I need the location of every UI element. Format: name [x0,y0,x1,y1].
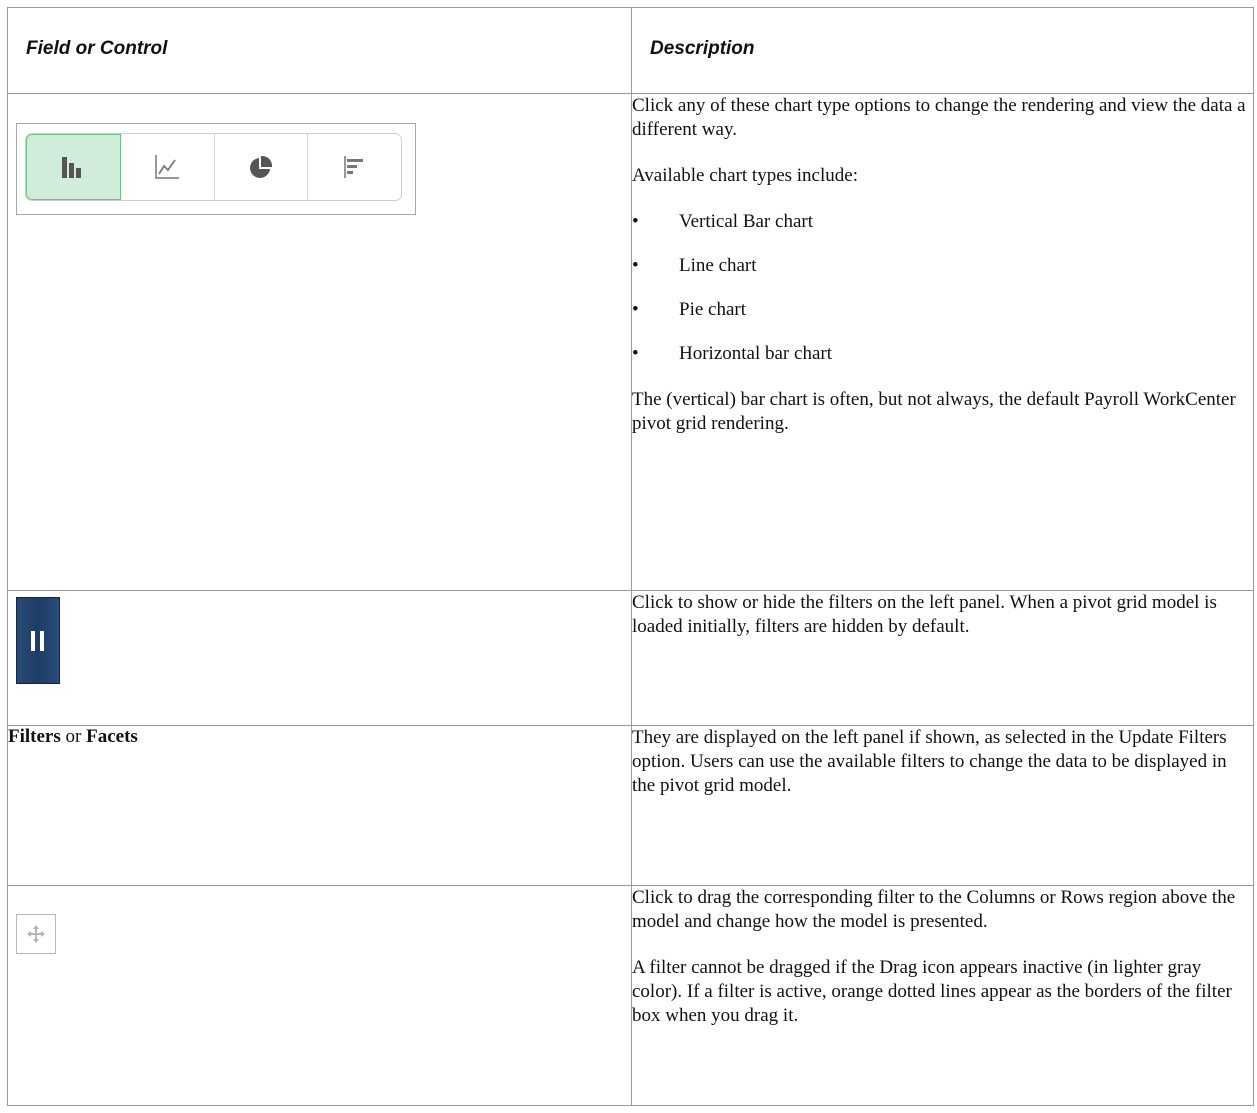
bullet: • [632,211,639,232]
table-row-filter-toggle: Click to show or hide the filters on the… [7,590,1254,726]
cell-chart-description: Click any of these chart type options to… [631,93,1254,591]
list-item: • Pie chart [632,299,747,320]
table-row-drag: Click to drag the corresponding filter t… [7,885,1254,1106]
bullet: • [632,299,639,320]
label-filters: Filters [8,726,61,747]
drag-handle[interactable] [16,914,56,954]
list-item: • Horizontal bar chart [632,343,832,364]
horizontal-bar-chart-icon [343,156,363,178]
header-field-or-control: Field or Control [7,7,632,94]
pause-toggle-icon [31,630,44,651]
cell-filter-toggle [7,590,632,726]
bullet: • [632,255,639,276]
list-item: • Line chart [632,255,757,276]
drag-move-icon [27,925,45,943]
filters-desc: They are displayed on the left panel if … [632,727,1227,796]
chart-desc-para3: The (vertical) bar chart is often, but n… [632,389,1236,434]
chart-toolbar-image [16,123,416,215]
pie-chart-icon [249,155,272,178]
drag-desc1: Click to drag the corresponding filter t… [632,887,1236,932]
filter-toggle-button[interactable] [16,597,60,684]
table-row-filters-facets: Filters or Facets They are displayed on … [7,725,1254,886]
vertical-bar-chart-button[interactable] [26,134,121,200]
bullet: • [632,343,639,364]
cell-filters-description: They are displayed on the left panel if … [631,725,1254,886]
vertical-bar-chart-icon [62,157,82,178]
pie-chart-button[interactable] [215,134,309,200]
chart-type-toolbar [25,133,402,201]
cell-filter-toggle-description: Click to show or hide the filters on the… [631,590,1254,726]
list-item: • Vertical Bar chart [632,211,813,232]
label-facets: Facets [86,726,138,747]
label-or: or [60,726,87,747]
table-header-row: Field or Control Description [7,7,1254,94]
horizontal-bar-chart-button[interactable] [308,134,401,200]
cell-drag-description: Click to drag the corresponding filter t… [631,885,1254,1106]
line-chart-button[interactable] [121,134,215,200]
filter-toggle-desc: Click to show or hide the filters on the… [632,592,1217,637]
drag-desc2: A filter cannot be dragged if the Drag i… [632,957,1232,1026]
header-description: Description [631,7,1254,94]
line-chart-icon [155,155,180,179]
chart-desc-para2: Available chart types include: [632,165,858,186]
chart-desc-para1: Click any of these chart type options to… [632,95,1246,140]
cell-filters-label: Filters or Facets [7,725,632,886]
cell-drag-icon [7,885,632,1106]
chart-type-list: • Vertical Bar chart • Line chart • Pie cha… [632,210,1253,366]
